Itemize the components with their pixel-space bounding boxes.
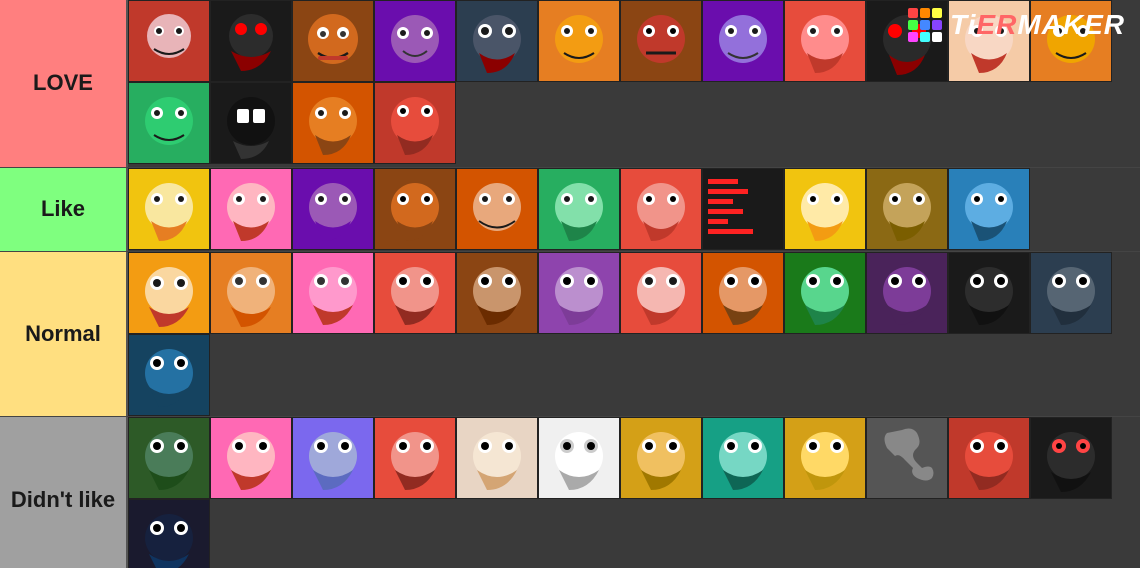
tier-label-didnt-like: Didn't like [0, 417, 126, 568]
list-item [128, 168, 210, 250]
list-item [538, 168, 620, 250]
tier-items-didnt-like [126, 417, 1140, 568]
list-item [456, 0, 538, 82]
list-item [210, 82, 292, 164]
list-item [1030, 417, 1112, 499]
list-item [456, 168, 538, 250]
list-item [784, 252, 866, 334]
list-item [374, 0, 456, 82]
tier-items-normal [126, 252, 1140, 416]
list-item [866, 168, 948, 250]
list-item [374, 82, 456, 164]
list-item [128, 0, 210, 82]
list-item [456, 252, 538, 334]
list-item [456, 417, 538, 499]
list-item [784, 417, 866, 499]
list-item [538, 417, 620, 499]
tier-list: LOVE [0, 0, 1140, 568]
list-item [620, 168, 702, 250]
list-item [866, 252, 948, 334]
logo-area: TiERMAKER [908, 8, 1125, 42]
list-item [784, 0, 866, 82]
list-item [948, 252, 1030, 334]
list-item [784, 168, 866, 250]
list-item [374, 252, 456, 334]
logo-text: TiERMAKER [950, 9, 1125, 41]
list-item [948, 417, 1030, 499]
logo-grid-icon [908, 8, 942, 42]
list-item [620, 0, 702, 82]
list-item [374, 417, 456, 499]
tiermaker-logo: TiERMAKER [908, 8, 1125, 42]
list-item [292, 0, 374, 82]
list-item [1030, 252, 1112, 334]
list-item [128, 417, 210, 499]
list-item [702, 0, 784, 82]
list-item [538, 0, 620, 82]
list-item [702, 417, 784, 499]
list-item [128, 82, 210, 164]
list-item [948, 168, 1030, 250]
list-item [620, 417, 702, 499]
list-item [538, 252, 620, 334]
list-item [292, 82, 374, 164]
list-item [702, 252, 784, 334]
tier-label-normal: Normal [0, 252, 126, 416]
tier-label-like: Like [0, 168, 126, 251]
tier-label-love: LOVE [0, 0, 126, 167]
list-item [374, 168, 456, 250]
list-item [128, 252, 210, 334]
tier-row-normal: Normal [0, 252, 1140, 417]
tier-row-didnt-like: Didn't like [0, 417, 1140, 568]
list-item [620, 252, 702, 334]
tier-items-like [126, 168, 1140, 251]
tier-row-like: Like [0, 168, 1140, 252]
list-item [702, 168, 784, 250]
list-item [128, 499, 210, 568]
list-item [210, 252, 292, 334]
list-item [292, 168, 374, 250]
list-item [292, 417, 374, 499]
list-item [866, 417, 948, 499]
list-item [210, 168, 292, 250]
list-item [292, 252, 374, 334]
list-item [210, 0, 292, 82]
list-item [210, 417, 292, 499]
list-item [128, 334, 210, 416]
